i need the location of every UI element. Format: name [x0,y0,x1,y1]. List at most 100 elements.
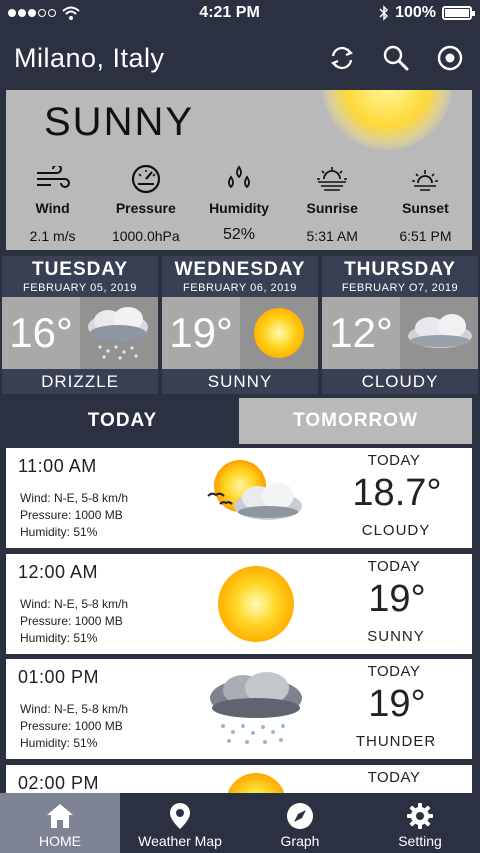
day-temp: 19° [162,297,240,369]
hour-humidity: Humidity: 51% [20,736,98,750]
day-condition: DRIZZLE [41,372,119,391]
hour-day: TODAY [367,769,421,786]
day-card[interactable]: TUESDAY FEBRUARY 05, 2019 16° DRIZZLE [2,256,158,394]
location-button[interactable] [434,42,466,74]
search-icon [383,45,409,71]
hour-pressure: Pressure: 1000 MB [20,508,123,522]
day-card[interactable]: WEDNESDAY FEBRUARY 06, 2019 19° SUNNY [162,256,318,394]
metric-pressure: Pressure 1000.0hPa [99,162,192,244]
day-temp: 16° [2,297,80,369]
sunset-icon [405,162,445,196]
storm-cloud-icon [196,663,316,755]
forecast-tabs: TODAY TOMORROW [6,398,472,444]
bottom-nav: HOME Weather Map Graph Setting [0,793,480,853]
nav-graph[interactable]: Graph [240,793,360,853]
hour-wind: Wind: N-E, 5-8 km/h [20,597,129,611]
wifi-icon [62,6,80,20]
nav-setting[interactable]: Setting [360,793,480,853]
city-title: Milano, Italy [14,42,165,73]
droplets-icon [219,162,259,196]
map-pin-icon [170,803,190,829]
battery-percent: 100% [395,4,436,21]
nav-label: Setting [398,833,442,849]
nav-home[interactable]: HOME [0,793,120,853]
metric-value: 5:31 AM [306,228,358,244]
day-panel: 16° [2,297,158,369]
hour-day: TODAY [367,452,421,469]
gear-icon [407,803,433,829]
hour-temp: 18.7° [352,472,442,514]
hour-time: 12:00 AM [18,562,99,582]
metric-humidity: Humidity 52% [192,162,285,244]
hour-details: Wind: N-E, 5-8 km/h Pressure: 1000 MB Hu… [20,596,128,647]
battery-icon [441,6,475,20]
day-name: THURSDAY [344,259,456,280]
metric-sunset: Sunset 6:51 PM [379,162,472,244]
nav-weather-map[interactable]: Weather Map [120,793,240,853]
metric-label: Sunset [402,200,449,216]
daily-forecast: TUESDAY FEBRUARY 05, 2019 16° DRIZZLE WE… [2,256,478,394]
metric-label: Pressure [115,200,176,216]
hour-condition: THUNDER [355,733,437,750]
metric-label: Humidity [209,200,269,216]
hour-details: Wind: N-E, 5-8 km/h Pressure: 1000 MB Hu… [20,490,128,541]
day-name: TUESDAY [31,259,129,280]
metric-wind: Wind 2.1 m/s [6,162,99,244]
metric-label: Wind [35,200,70,216]
status-time: 4:21 PM [199,4,260,21]
hourly-row[interactable]: 11:00 AM Wind: N-E, 5-8 km/h Pressure: 1… [6,448,472,548]
hour-time: 02:00 PM [18,773,100,793]
home-icon [47,804,73,828]
day-card[interactable]: THURSDAY FEBRUARY O7, 2019 12° CLOUDY [322,256,478,394]
metric-value: 52% [222,226,256,243]
hour-day: TODAY [367,663,421,680]
refresh-icon [331,46,353,70]
day-condition: CLOUDY [361,372,439,391]
hourly-row[interactable]: 01:00 PM Wind: N-E, 5-8 km/h Pressure: 1… [6,659,472,759]
day-date: FEBRUARY 05, 2019 [23,282,137,294]
hour-pressure: Pressure: 1000 MB [20,719,123,733]
day-date: FEBRUARY 06, 2019 [183,282,297,294]
day-condition: SUNNY [207,372,273,391]
metric-value: 1000.0hPa [111,228,180,244]
tab-today[interactable]: TODAY [6,398,239,444]
search-button[interactable] [380,42,412,74]
hour-condition: CLOUDY [361,522,431,539]
app-header: Milano, Italy [0,26,480,90]
hour-pressure: Pressure: 1000 MB [20,614,123,628]
metric-label: Sunrise [306,200,358,216]
hour-wind: Wind: N-E, 5-8 km/h [20,702,129,716]
compass-icon [287,803,313,829]
signal-strength-icon [8,9,56,17]
tab-tomorrow[interactable]: TOMORROW [239,398,472,444]
sun-cloud-icon [196,452,316,544]
sun-icon [196,558,316,650]
day-panel: 19° [162,297,318,369]
sun-icon [240,297,318,369]
hour-time: 11:00 AM [18,456,97,476]
current-condition: SUNNY [44,100,195,144]
metric-value: 6:51 PM [399,228,452,244]
status-bar: 4:21 PM 100% [0,0,480,26]
nav-label: Weather Map [138,833,222,849]
metric-sunrise: Sunrise 5:31 AM [286,162,379,244]
hour-humidity: Humidity: 51% [20,631,98,645]
target-icon [437,45,463,71]
bluetooth-icon [379,5,389,21]
day-date: FEBRUARY O7, 2019 [341,282,459,294]
hour-wind: Wind: N-E, 5-8 km/h [20,491,129,505]
refresh-button[interactable] [326,42,358,74]
nav-label: Graph [280,833,320,849]
gauge-icon [126,162,166,196]
header-actions [326,42,466,74]
hour-condition: SUNNY [367,628,425,645]
day-name: WEDNESDAY [174,259,306,280]
current-conditions-card: SUNNY Wind 2.1 m/s Pressure 1000.0hPa Hu… [6,90,472,250]
hour-temp: 19° [368,683,426,725]
wind-icon [33,162,73,196]
hourly-row[interactable]: 12:00 AM Wind: N-E, 5-8 km/h Pressure: 1… [6,554,472,654]
battery-fill [444,9,469,17]
cloud-icon [400,297,478,369]
metric-value: 2.1 m/s [29,228,76,244]
rain-cloud-icon [80,297,158,369]
